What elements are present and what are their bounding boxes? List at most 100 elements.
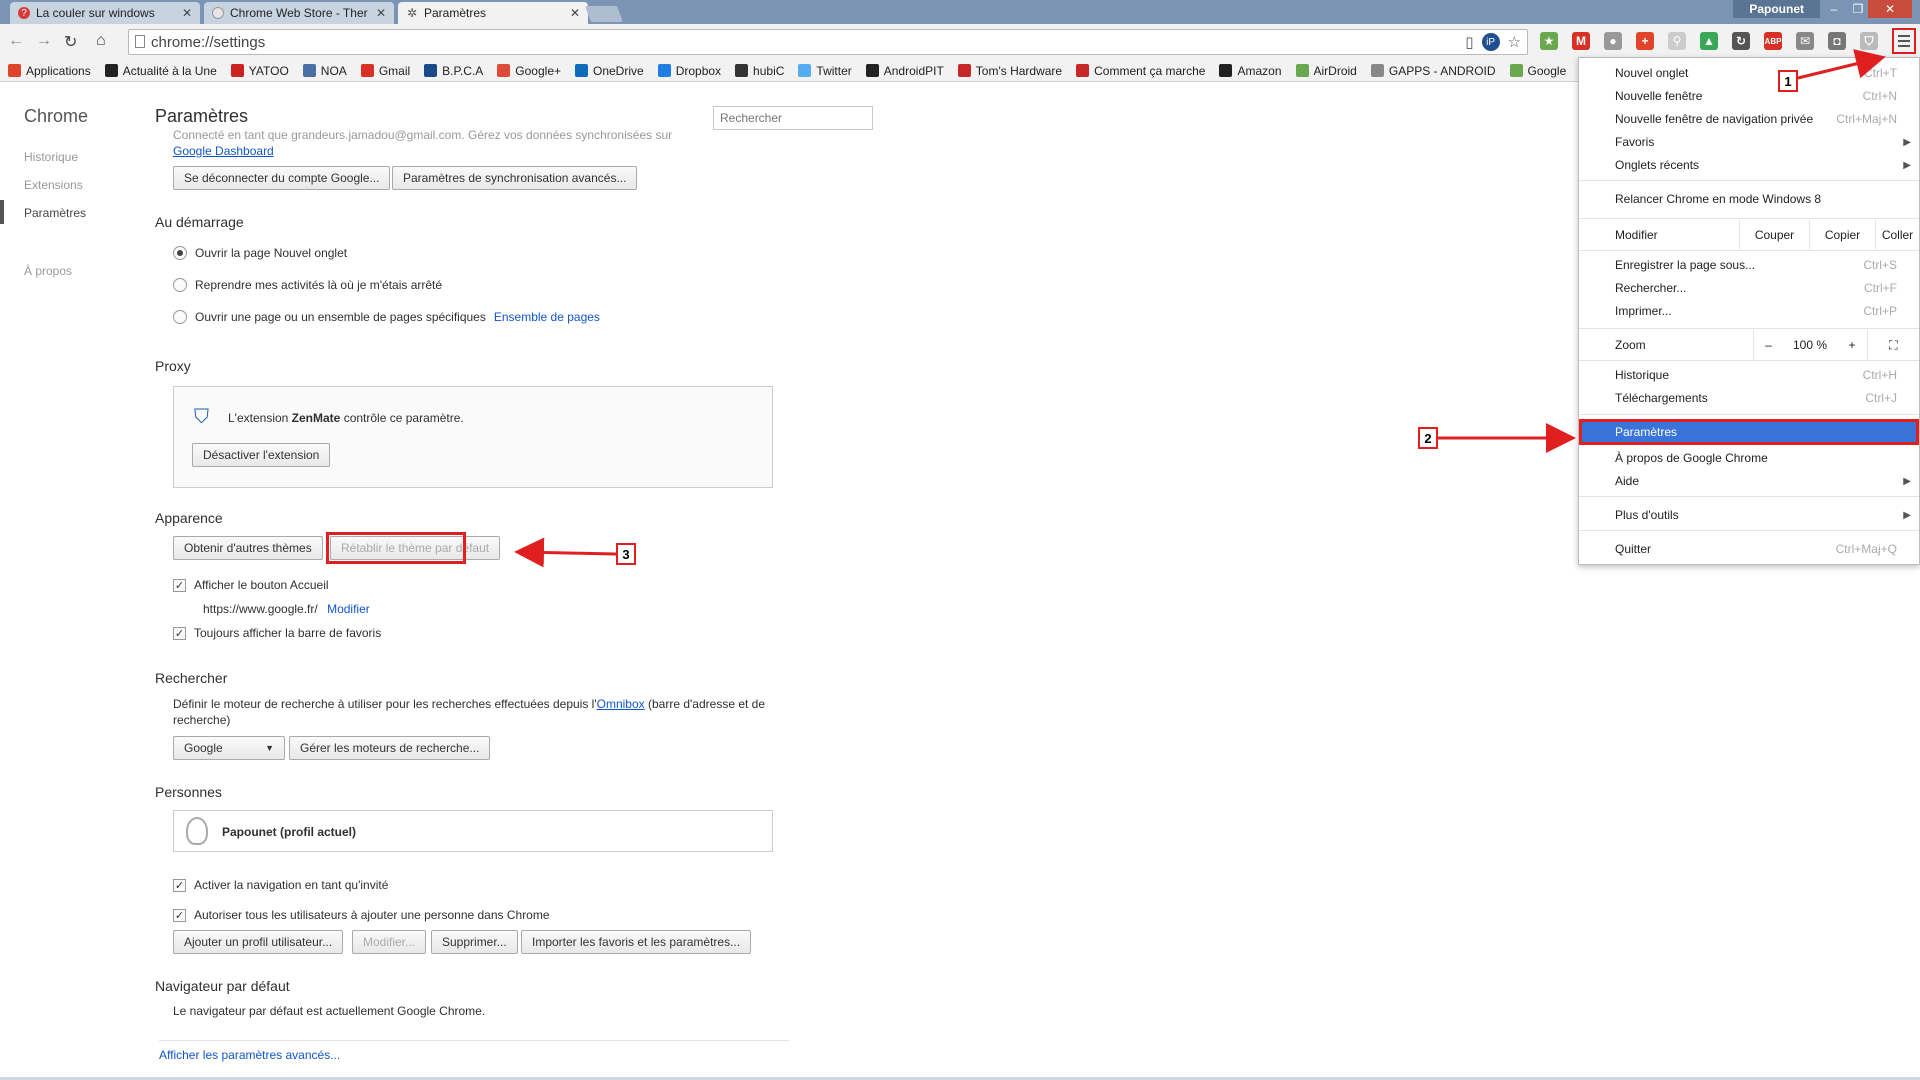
- menu-new-window[interactable]: Nouvelle fenêtre Ctrl+N: [1579, 85, 1919, 107]
- mail-icon[interactable]: ✉: [1796, 32, 1814, 50]
- bookmark-item[interactable]: Actualité à la Une: [104, 64, 217, 78]
- disconnect-button[interactable]: Se déconnecter du compte Google...: [173, 166, 391, 190]
- zoom-in-button[interactable]: +: [1837, 330, 1867, 360]
- startup-option-pages[interactable]: Ouvrir une page ou un ensemble de pages …: [173, 310, 600, 324]
- bookmark-item[interactable]: hubiC: [735, 64, 784, 78]
- url-text[interactable]: chrome://settings: [151, 34, 265, 51]
- radio-button[interactable]: [173, 246, 187, 260]
- show-home-checkbox-row[interactable]: ✓ Afficher le bouton Accueil: [173, 578, 329, 592]
- bookmark-item[interactable]: Applications: [8, 64, 91, 78]
- gmail-icon[interactable]: M: [1572, 32, 1590, 50]
- add-profile-button[interactable]: Ajouter un profil utilisateur...: [173, 930, 344, 954]
- close-tab-icon[interactable]: ✕: [376, 6, 386, 20]
- bookmark-item[interactable]: YATOO: [230, 64, 289, 78]
- menu-find[interactable]: Rechercher... Ctrl+F: [1579, 277, 1919, 299]
- modify-home-link[interactable]: Modifier: [327, 602, 370, 616]
- checkbox[interactable]: ✓: [173, 626, 186, 640]
- forward-icon[interactable]: →: [36, 32, 52, 50]
- checkbox[interactable]: ✓: [173, 908, 186, 922]
- back-icon[interactable]: ←: [8, 32, 24, 50]
- bookmark-item[interactable]: AndroidPIT: [865, 64, 944, 78]
- drive-icon[interactable]: ▲: [1700, 32, 1718, 50]
- omnibox-link[interactable]: Omnibox: [597, 697, 645, 711]
- menu-more-tools[interactable]: Plus d'outils ▶: [1579, 504, 1919, 526]
- tab-parametres[interactable]: ✲ Paramètres ✕: [398, 2, 588, 24]
- bookmark-item[interactable]: B.P.C.A: [424, 64, 483, 78]
- manage-search-engines-button[interactable]: Gérer les moteurs de recherche...: [289, 736, 491, 760]
- sidebar-item-historique[interactable]: Historique: [24, 150, 78, 164]
- menu-recent-tabs[interactable]: Onglets récents ▶: [1579, 154, 1919, 176]
- allow-add-checkbox-row[interactable]: ✓ Autoriser tous les utilisateurs à ajou…: [173, 908, 550, 922]
- menu-save-page[interactable]: Enregistrer la page sous... Ctrl+S: [1579, 254, 1919, 276]
- show-advanced-link[interactable]: Afficher les paramètres avancés...: [159, 1048, 340, 1062]
- menu-copy-button[interactable]: Copier: [1809, 220, 1875, 250]
- startup-option-resume[interactable]: Reprendre mes activités là où je m'étais…: [173, 278, 442, 292]
- close-tab-icon[interactable]: ✕: [182, 6, 192, 20]
- reader-icon[interactable]: ▯: [1465, 33, 1473, 51]
- camera-icon[interactable]: ◘: [1828, 32, 1846, 50]
- menu-help[interactable]: Aide ▶: [1579, 470, 1919, 492]
- star-icon[interactable]: ☆: [1508, 33, 1521, 51]
- get-themes-button[interactable]: Obtenir d'autres thèmes: [173, 536, 323, 560]
- show-bookmarks-checkbox-row[interactable]: ✓ Toujours afficher la barre de favoris: [173, 626, 381, 640]
- tab-la-couler[interactable]: ? La couler sur windows ✕: [10, 2, 200, 24]
- bookmark-item[interactable]: Gmail: [360, 64, 410, 78]
- menu-relaunch-win8[interactable]: Relancer Chrome en mode Windows 8: [1579, 188, 1919, 210]
- close-tab-icon[interactable]: ✕: [570, 6, 580, 20]
- bookmark-item[interactable]: Amazon: [1219, 64, 1282, 78]
- modify-profile-button[interactable]: Modifier...: [352, 930, 427, 954]
- tab-webstore[interactable]: Chrome Web Store - Ther ✕: [204, 2, 394, 24]
- window-close-button[interactable]: ✕: [1868, 0, 1912, 18]
- menu-about[interactable]: À propos de Google Chrome: [1579, 447, 1919, 469]
- zoom-out-button[interactable]: –: [1753, 330, 1783, 360]
- google-dashboard-link[interactable]: Google Dashboard: [173, 144, 274, 158]
- bookmark-item[interactable]: NOA: [302, 64, 347, 78]
- set-pages-link[interactable]: Ensemble de pages: [494, 310, 600, 324]
- chrome-menu-button[interactable]: [1892, 28, 1916, 54]
- radio-button[interactable]: [173, 278, 187, 292]
- menu-quit[interactable]: Quitter Ctrl+Maj+Q: [1579, 538, 1919, 560]
- profile-box[interactable]: Papounet (profil actuel): [173, 810, 773, 852]
- menu-incognito[interactable]: Nouvelle fenêtre de navigation privée Ctr…: [1579, 108, 1919, 130]
- startup-option-newtab[interactable]: Ouvrir la page Nouvel onglet: [173, 246, 347, 260]
- menu-bookmarks[interactable]: Favoris ▶: [1579, 131, 1919, 153]
- bookmark-item[interactable]: Dropbox: [657, 64, 721, 78]
- menu-downloads[interactable]: Téléchargements Ctrl+J: [1579, 387, 1919, 409]
- bookmark-item[interactable]: Google+: [497, 64, 561, 78]
- profile-name-badge[interactable]: Papounet: [1733, 0, 1820, 18]
- menu-new-tab[interactable]: Nouvel onglet Ctrl+T: [1579, 62, 1919, 84]
- search-engine-select[interactable]: Google ▼: [173, 736, 285, 760]
- disable-extension-button[interactable]: Désactiver l'extension: [192, 443, 331, 467]
- omnibox[interactable]: chrome://settings ▯ iP ☆: [128, 29, 1528, 55]
- bookmark-item[interactable]: Comment ça marche: [1076, 64, 1205, 78]
- fullscreen-icon[interactable]: ⛶: [1867, 330, 1919, 360]
- bookmark-item[interactable]: Google: [1509, 64, 1566, 78]
- menu-cut-button[interactable]: Couper: [1739, 220, 1809, 250]
- checkbox[interactable]: ✓: [173, 578, 186, 592]
- feedly-icon[interactable]: ★: [1540, 32, 1558, 50]
- bookmark-item[interactable]: Twitter: [798, 64, 852, 78]
- new-tab-button[interactable]: [585, 6, 623, 22]
- advanced-sync-button[interactable]: Paramètres de synchronisation avancés...: [392, 166, 638, 190]
- delete-profile-button[interactable]: Supprimer...: [431, 930, 518, 954]
- bookmark-item[interactable]: AirDroid: [1295, 64, 1357, 78]
- menu-paste-button[interactable]: Coller: [1875, 220, 1919, 250]
- guest-checkbox-row[interactable]: ✓ Activer la navigation en tant qu'invit…: [173, 878, 388, 892]
- home-icon[interactable]: ⌂: [96, 32, 106, 50]
- passbolt-icon[interactable]: iP: [1481, 33, 1500, 51]
- radio-button[interactable]: [173, 310, 187, 324]
- menu-print[interactable]: Imprimer... Ctrl+P: [1579, 300, 1919, 322]
- bulb-icon[interactable]: ●: [1604, 32, 1622, 50]
- checkbox[interactable]: ✓: [173, 878, 186, 892]
- shield-icon[interactable]: ⛉: [1860, 32, 1878, 50]
- magnifier-icon[interactable]: ⚲: [1668, 32, 1686, 50]
- settings-search-input[interactable]: [713, 106, 873, 130]
- reload-icon[interactable]: ↻: [64, 32, 77, 52]
- sync-icon[interactable]: ↻: [1732, 32, 1750, 50]
- adblock-icon[interactable]: ABP: [1764, 32, 1782, 50]
- bookmark-item[interactable]: GAPPS - ANDROID: [1370, 64, 1496, 78]
- sidebar-item-parametres[interactable]: Paramètres: [24, 206, 86, 220]
- bookmark-item[interactable]: Tom's Hardware: [957, 64, 1062, 78]
- bookmark-item[interactable]: OneDrive: [575, 64, 644, 78]
- menu-history[interactable]: Historique Ctrl+H: [1579, 364, 1919, 386]
